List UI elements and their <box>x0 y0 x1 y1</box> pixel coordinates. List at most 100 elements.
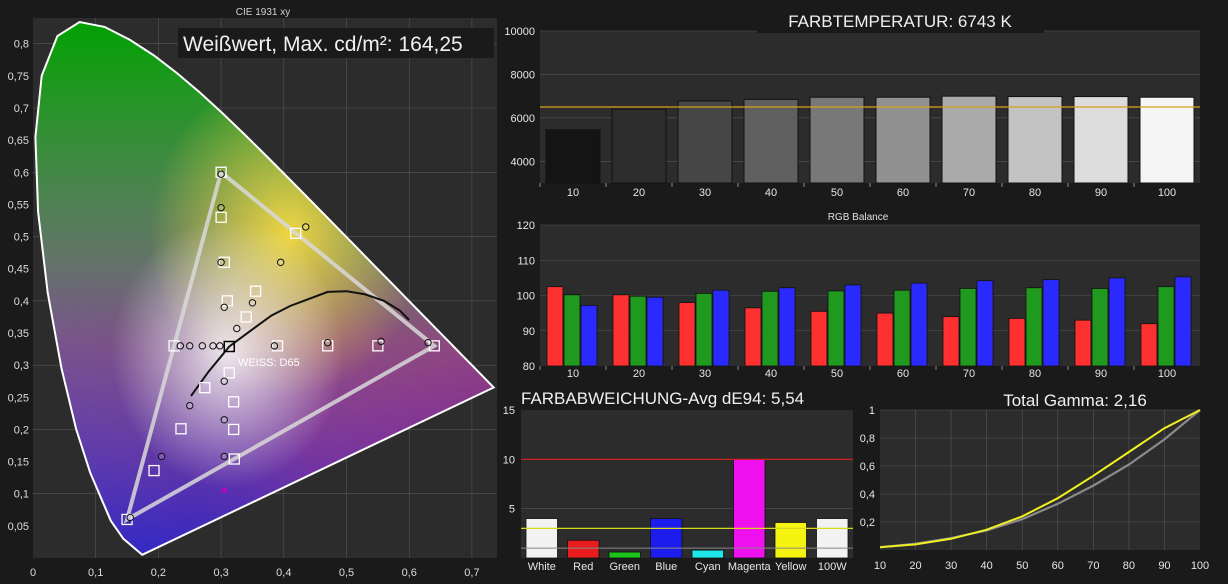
de-x-tick-label: Cyan <box>695 561 721 573</box>
measured-point <box>377 337 385 346</box>
measured-point <box>216 342 224 350</box>
charts-canvas: CIE 1931 xy Weißwert, Max. cd/m²: 164,25… <box>8 7 1210 579</box>
cie-y-tick-label: 0,15 <box>8 457 29 469</box>
rgb-bar <box>778 287 796 367</box>
ct-bar <box>1007 96 1063 184</box>
gamma-x-tick-label: 50 <box>1016 560 1028 572</box>
gamma-chart: Total Gamma: 2,16 0,2 0,4 0,6 0,8 1 10 20 30 40… <box>860 391 1209 572</box>
cie-y-tick-label: 0,25 <box>8 392 29 404</box>
rgb-bar <box>1074 319 1092 367</box>
ct-bar <box>545 129 601 184</box>
ct-x-tick-label: 10 <box>567 187 579 199</box>
ct-y-tick-label: 10000 <box>504 26 535 38</box>
gamma-x-tick-label: 20 <box>909 560 921 572</box>
de-bar <box>733 458 766 559</box>
rgb-x-tick-label: 70 <box>963 368 975 380</box>
rgb-y-tick-label: 80 <box>523 361 535 373</box>
rgb-bar <box>827 290 845 367</box>
rgb-bar <box>810 310 828 367</box>
ct-x-tick-label: 40 <box>765 187 777 199</box>
rgb-x-tick-label: 100 <box>1158 368 1176 380</box>
cie-x-tick-label: 0,2 <box>151 567 166 579</box>
measured-point <box>270 342 279 350</box>
measured-point <box>198 342 206 350</box>
rgb-bar <box>712 289 730 367</box>
de-y-tick-label: 10 <box>503 454 515 466</box>
rgb-y-tick-label: 110 <box>517 255 535 267</box>
ct-bar <box>1139 96 1195 184</box>
cie-y-tick-label: 0,65 <box>8 135 29 147</box>
cie-x-tick-label: 0,5 <box>339 567 354 579</box>
gamma-y-tick-label: 0,4 <box>860 489 875 501</box>
ct-bar <box>611 108 667 184</box>
cie-x-tick-label: 0,4 <box>276 567 291 579</box>
rgb-bar <box>1025 287 1043 367</box>
measured-point <box>233 324 241 333</box>
de-bar <box>816 518 849 559</box>
measured-point <box>220 416 228 424</box>
cie-x-tick-label: 0,7 <box>464 567 479 579</box>
rgb-bar <box>1042 279 1060 367</box>
rgb-bar <box>580 304 598 367</box>
rgb-bar <box>695 292 713 367</box>
de-bar <box>691 549 724 559</box>
rgb-bar <box>1174 276 1192 367</box>
rgb-bar <box>959 288 977 367</box>
white-luminance-label: Weißwert, Max. cd/m²: 164,25 <box>183 33 463 56</box>
de-x-axis: White Red Green Blue Cyan Magenta Yellow 100W <box>528 561 848 573</box>
cie-x-axis: 0 0,1 0,2 0,3 0,4 0,5 0,6 0,7 <box>30 567 480 579</box>
de-y-axis: 5 10 15 <box>503 405 515 516</box>
color-temperature-chart: FARBTEMPERATUR: 6743 K 4000 6000 8000 10000… <box>504 8 1200 199</box>
cie-y-tick-label: 0,6 <box>14 167 29 179</box>
cie-y-tick-label: 0,35 <box>8 328 29 340</box>
de-y-tick-label: 5 <box>509 504 515 516</box>
rgb-bar <box>876 312 894 367</box>
rgb-bar <box>1108 277 1126 367</box>
cie-x-tick-label: 0,6 <box>402 567 417 579</box>
de-x-tick-label: White <box>528 561 556 573</box>
cie-y-tick-label: 0,3 <box>14 360 29 372</box>
de-title: FARBABWEICHUNG-Avg dE94: 5,54 <box>521 389 804 408</box>
white-point-label: WEISS: D65 <box>238 357 300 369</box>
gamma-x-axis: 10 20 30 40 50 60 70 80 90 100 <box>874 560 1209 572</box>
ct-x-tick-label: 70 <box>963 187 975 199</box>
measured-point <box>186 342 194 350</box>
de-bar <box>650 518 683 559</box>
cie-y-axis: 0,05 0,1 0,15 0,2 0,25 0,3 0,35 0,4 0,45 0,5 0,55 0… <box>8 39 29 533</box>
de-bar <box>608 551 641 559</box>
rgb-x-tick-label: 60 <box>897 368 909 380</box>
cie-x-tick-label: 0 <box>30 567 36 579</box>
de-x-tick-label: Blue <box>655 561 677 573</box>
measured-point <box>424 338 432 347</box>
cie-y-tick-label: 0,7 <box>14 103 29 115</box>
cie-x-tick-label: 0,1 <box>88 567 103 579</box>
cie-y-tick-label: 0,2 <box>14 424 29 436</box>
gamma-x-tick-label: 90 <box>1158 560 1170 572</box>
de-bar <box>567 539 600 559</box>
cie-title: CIE 1931 xy <box>236 7 290 18</box>
rgb-bar <box>976 280 994 367</box>
gamma-x-tick-label: 80 <box>1123 560 1135 572</box>
rgb-bar <box>744 307 762 367</box>
rgb-y-tick-label: 90 <box>523 326 535 338</box>
gamma-y-tick-label: 1 <box>869 405 875 417</box>
cie-y-tick-label: 0,5 <box>14 232 29 244</box>
cie-x-tick-label: 0,3 <box>213 567 228 579</box>
ct-bar <box>1073 96 1129 184</box>
rgb-bar <box>563 294 581 367</box>
gamma-x-tick-label: 10 <box>874 560 886 572</box>
cie-y-tick-label: 0,55 <box>8 199 29 211</box>
gamma-y-tick-label: 0,2 <box>860 517 875 529</box>
ct-y-tick-label: 6000 <box>511 113 535 125</box>
cie-diagram: CIE 1931 xy Weißwert, Max. cd/m²: 164,25… <box>8 7 497 579</box>
rgb-bar <box>1008 318 1026 367</box>
rgb-y-tick-label: 100 <box>517 291 535 303</box>
ct-x-tick-label: 90 <box>1095 187 1107 199</box>
cie-y-tick-label: 0,75 <box>8 71 29 83</box>
de-y-tick-label: 15 <box>503 405 515 417</box>
rgb-bar <box>844 284 862 367</box>
cie-y-tick-label: 0,8 <box>14 39 29 51</box>
measured-point <box>324 338 332 347</box>
ct-bar <box>941 95 997 184</box>
gamma-x-tick-label: 70 <box>1087 560 1099 572</box>
